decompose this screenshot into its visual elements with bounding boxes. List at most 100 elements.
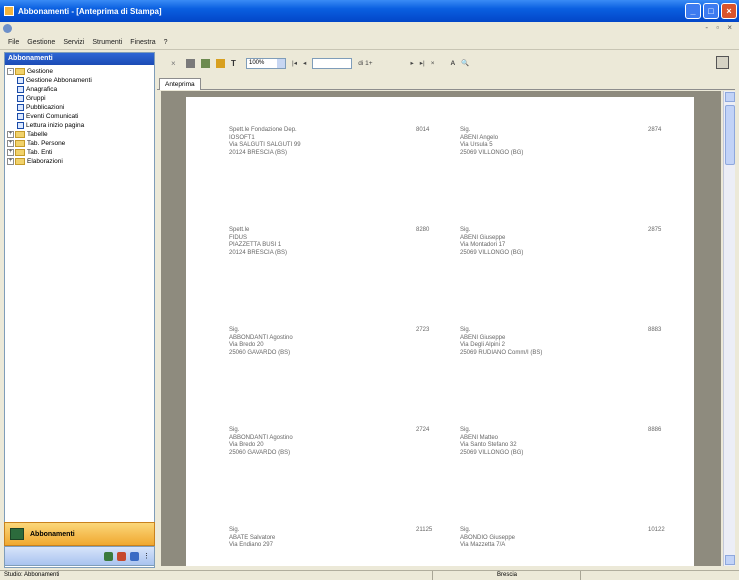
address-line: 20124 BRESCIA (BS) xyxy=(229,249,288,256)
tab-anteprima[interactable]: Anteprima xyxy=(159,78,201,90)
address-code-left: 2724 xyxy=(416,427,430,433)
page-number-input[interactable] xyxy=(312,57,353,69)
printer-icon[interactable] xyxy=(716,56,729,69)
tree-node[interactable]: Gruppi xyxy=(7,94,154,103)
address-label-left: Sig. ABATE Salvatore Via Endiano 297 xyxy=(229,527,275,550)
scroll-up-button[interactable] xyxy=(725,92,735,102)
menu-strumenti[interactable]: Strumenti xyxy=(92,39,122,46)
zoom-select[interactable]: 100% xyxy=(246,57,286,69)
tree-node[interactable]: + Tab. Persone xyxy=(7,139,154,148)
expand-icon[interactable]: + xyxy=(7,131,14,138)
address-line: Via Santo Stefano 32 xyxy=(460,442,517,448)
tree-node[interactable]: + Elaborazioni xyxy=(7,157,154,166)
navigation-header: Abbonamenti xyxy=(5,53,154,65)
scroll-down-button[interactable] xyxy=(725,555,735,565)
tree-node-label: Anagrafica xyxy=(26,86,58,93)
address-line: 25069 RUDIANO Comm/I (BS) xyxy=(460,349,543,356)
scroll-thumb[interactable] xyxy=(725,105,735,165)
next-page-icon[interactable]: ▸ xyxy=(411,59,414,67)
nav-button-label: Abbonamenti xyxy=(30,530,75,538)
menu-finestra[interactable]: Finestra xyxy=(130,39,155,46)
address-label-left: Spett.le FIDUS PIAZZETTA BUSI 1 20124 BRESC… xyxy=(229,227,287,257)
address-label-left: Sig. ABBONDANTI Agostino Via Bredo 20 25060… xyxy=(229,327,293,357)
setup-icon[interactable] xyxy=(216,58,225,68)
tree-node-label: Gruppi xyxy=(26,95,46,102)
address-line: Via Ursula 5 xyxy=(460,142,493,148)
maximize-button[interactable]: □ xyxy=(703,3,719,19)
expand-icon[interactable]: + xyxy=(7,140,14,147)
export-icon[interactable] xyxy=(201,58,210,68)
text-icon[interactable]: T xyxy=(231,59,240,68)
expand-icon[interactable]: + xyxy=(7,158,14,165)
font-size-icon[interactable]: A xyxy=(451,60,456,67)
menu-bar: File Gestione Servizi Strumenti Finestra… xyxy=(0,36,739,50)
address-line: Sig. xyxy=(460,327,471,333)
last-page-icon[interactable]: ▸| xyxy=(420,59,425,67)
address-line: Via SALGUTI SALGUTI 99 xyxy=(229,142,301,148)
menu-help[interactable]: ? xyxy=(164,39,168,46)
nav-button-abbonamenti[interactable]: Abbonamenti xyxy=(4,522,155,546)
address-line: ABENI Giuseppe xyxy=(460,234,506,241)
tree-node[interactable]: - Gestione xyxy=(7,67,154,76)
address-line: ABONDIO Giuseppe xyxy=(460,534,516,541)
tree-node-label: Tab. Persone xyxy=(27,140,66,147)
address-line: 25069 VILLONGO (BG) xyxy=(460,249,524,256)
address-line: Via Endiano 297 xyxy=(229,542,273,548)
mdi-window-controls[interactable]: - ▫ × xyxy=(705,23,735,32)
document-item-icon xyxy=(17,95,24,102)
address-code-left: 21125 xyxy=(416,527,433,533)
close-button[interactable]: × xyxy=(721,3,737,19)
shortcut-people-icon[interactable] xyxy=(117,551,126,561)
status-location: Brescia xyxy=(497,572,518,578)
collapse-icon[interactable]: - xyxy=(7,68,14,75)
tree-node-label: Eventi Comunicati xyxy=(26,113,79,120)
tree-node[interactable]: Anagrafica xyxy=(7,85,154,94)
address-line: Via Montadori 17 xyxy=(460,242,506,248)
menu-gestione[interactable]: Gestione xyxy=(27,39,55,46)
shortcut-folder-icon[interactable] xyxy=(104,551,113,561)
address-line: Sig. xyxy=(460,427,471,433)
find-icon[interactable]: 🔍 xyxy=(461,59,469,67)
tree-node[interactable]: Pubblicazioni xyxy=(7,103,154,112)
address-code-left: 2723 xyxy=(416,327,430,333)
preview-canvas[interactable]: Spett.le Fondazione Dep. IOSOFT1 Via SALGU… xyxy=(161,91,721,566)
menu-file[interactable]: File xyxy=(8,39,19,46)
address-line: Spett.le Fondazione Dep. xyxy=(229,127,297,133)
address-line: ABBONDANTI Agostino xyxy=(229,334,293,341)
tree-node[interactable]: + Tab. Enti xyxy=(7,148,154,157)
tree-node[interactable]: + Tabelle xyxy=(7,130,154,139)
mdi-control-row: - ▫ × xyxy=(0,22,739,36)
tree-node[interactable]: Lettura inizio pagina xyxy=(7,121,154,130)
address-label-right: Sig. ABENI Matteo Via Santo Stefano 32 2506… xyxy=(460,427,523,457)
print-icon[interactable] xyxy=(186,58,195,68)
address-label-right: Sig. ABENI Angelo Via Ursula 5 25069 VILLON… xyxy=(460,127,523,157)
configure-buttons-icon[interactable]: ⋮ xyxy=(143,552,150,560)
expand-icon[interactable]: + xyxy=(7,149,14,156)
menu-servizi[interactable]: Servizi xyxy=(63,39,84,46)
stop-icon[interactable]: × xyxy=(431,60,435,67)
print-preview-area: × T 100% |◂ ◂ di 1+ ▸ ▸| × A 🔍 Anteprima… xyxy=(157,52,735,568)
previous-page-icon[interactable]: ◂ xyxy=(303,59,306,67)
vertical-scrollbar[interactable] xyxy=(723,91,735,566)
shortcut-list-icon[interactable] xyxy=(130,551,139,561)
address-line: ABBONDANTI Agostino xyxy=(229,434,293,441)
address-line: FIDUS xyxy=(229,234,247,241)
address-code-right: 2874 xyxy=(648,127,662,133)
address-line: Via Mazzetta 7/A xyxy=(460,542,506,548)
address-line: ABENI Giuseppe xyxy=(460,334,506,341)
tree-node[interactable]: Gestione Abbonamenti xyxy=(7,76,154,85)
minimize-button[interactable]: _ xyxy=(685,3,701,19)
address-line: Sig. xyxy=(460,227,471,233)
address-code-right: 8886 xyxy=(648,427,662,433)
address-line: Spett.le xyxy=(229,227,250,233)
address-label-left: Spett.le Fondazione Dep. IOSOFT1 Via SALGU… xyxy=(229,127,301,157)
first-page-icon[interactable]: |◂ xyxy=(292,59,297,67)
document-icon[interactable] xyxy=(3,24,12,33)
address-line: ABENI Angelo xyxy=(460,134,499,141)
close-preview-icon[interactable]: × xyxy=(171,59,180,68)
nav-shortcut-bar: ⋮ xyxy=(4,546,155,566)
address-line: Sig. xyxy=(460,127,471,133)
tree-node[interactable]: Eventi Comunicati xyxy=(7,112,154,121)
tree-node-label: Tabelle xyxy=(27,131,48,138)
address-line: Sig. xyxy=(229,527,240,533)
